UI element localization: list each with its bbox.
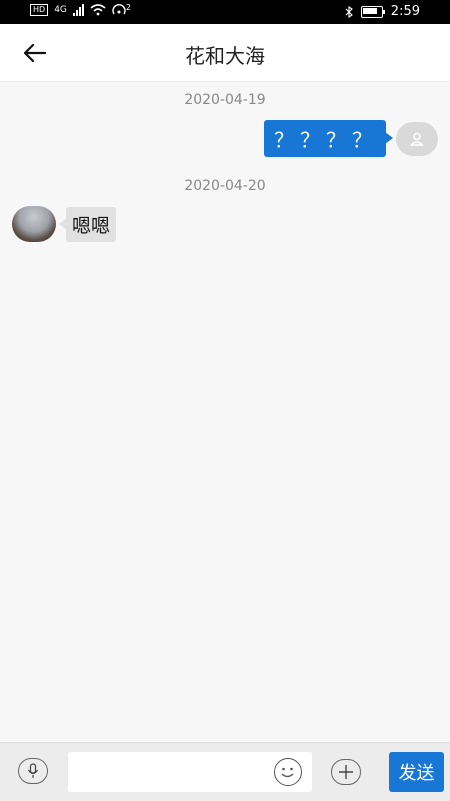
chat-input-bar: 发送 [0, 742, 450, 801]
page-title: 花和大海 [185, 44, 265, 68]
message-input[interactable] [76, 752, 270, 792]
status-bar: HD 4G 2 2:59 [0, 0, 450, 24]
avatar-placeholder-icon [410, 132, 424, 146]
hd-icon: HD [30, 4, 49, 16]
emoji-button[interactable] [274, 758, 302, 786]
signal-icon [72, 4, 84, 16]
chat-header: 花和大海 [0, 24, 450, 82]
message-bubble-incoming[interactable]: 嗯嗯 [58, 206, 117, 242]
message-incoming: 嗯嗯 [12, 206, 117, 242]
network-type: 4G [54, 5, 67, 15]
message-input-box [68, 752, 312, 792]
more-button[interactable] [331, 759, 361, 785]
battery-icon [360, 5, 385, 18]
date-separator: 2020-04-19 [184, 92, 266, 108]
mic-icon [27, 763, 39, 778]
voice-button[interactable] [18, 758, 48, 784]
sim-indicator: 2 [125, 2, 131, 12]
my-avatar[interactable] [396, 121, 438, 156]
hotspot-icon [112, 4, 126, 15]
message-outgoing: ？？？？ [264, 120, 438, 157]
emoji-icon [281, 767, 294, 778]
bluetooth-icon [345, 5, 353, 18]
contact-avatar[interactable] [12, 206, 56, 242]
plus-icon [339, 765, 353, 779]
chat-message-list[interactable]: 2020-04-19 ？？？？ 2020-04-20 嗯嗯 [0, 82, 450, 742]
message-bubble-outgoing[interactable]: ？？？？ [264, 120, 393, 157]
wifi-icon [90, 4, 106, 16]
clock: 2:59 [390, 4, 420, 19]
send-button[interactable]: 发送 [389, 752, 444, 792]
date-separator: 2020-04-20 [184, 178, 266, 194]
